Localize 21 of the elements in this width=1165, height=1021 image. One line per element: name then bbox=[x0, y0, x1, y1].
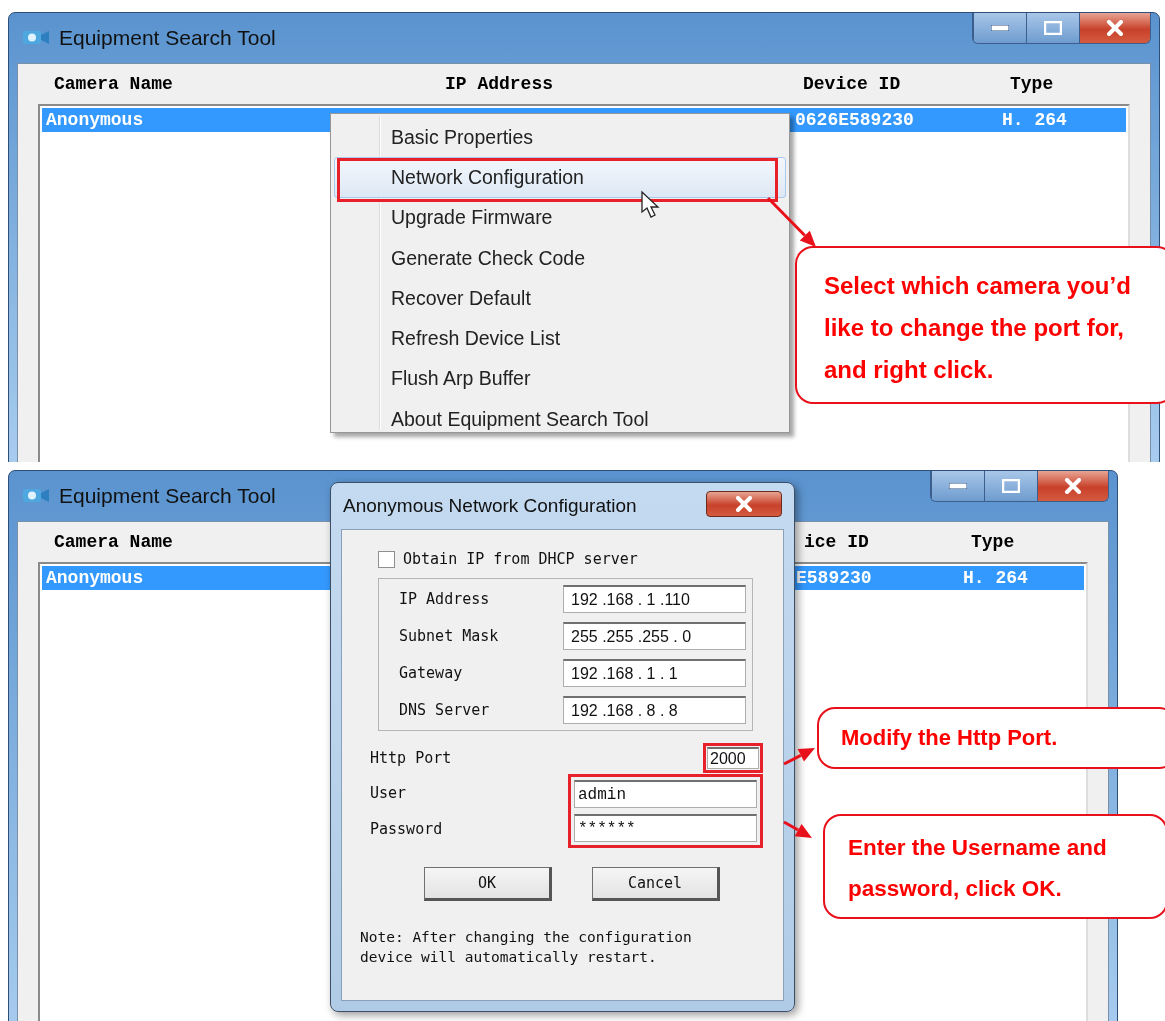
field-label: Http Port bbox=[370, 749, 453, 767]
callout-note: Modify the Http Port. bbox=[817, 707, 1165, 769]
field-label: Gateway bbox=[399, 664, 463, 682]
table-cell-text: H. 264 bbox=[1002, 110, 1068, 130]
dialog-title: Anonymous Network Configuration bbox=[343, 495, 637, 517]
table-cell-text: Anonymous bbox=[46, 110, 145, 130]
table-cell-text: Anonymous bbox=[46, 568, 145, 588]
window-title: Equipment Search Tool bbox=[59, 484, 276, 508]
field-label: DNS Server bbox=[399, 701, 490, 719]
table-cell-text: 0626E589230 bbox=[795, 110, 915, 130]
field-label: User bbox=[370, 784, 408, 802]
checkbox-label: Obtain IP from DHCP server bbox=[403, 550, 638, 568]
note-text: Note: After changing the configuration device will automatically restart. bbox=[360, 928, 693, 967]
field-label: Password bbox=[370, 820, 444, 838]
table-cell-text: H. 264 bbox=[963, 568, 1029, 588]
callout-note: Enter the Username and password, click OK. bbox=[823, 814, 1165, 919]
callout-note: Select which camera you’d like to change the port for, and right click. bbox=[795, 246, 1165, 404]
field-label: Subnet Mask bbox=[399, 627, 499, 645]
window-title: Equipment Search Tool bbox=[59, 26, 276, 50]
field-label: IP Address bbox=[399, 590, 490, 608]
table-cell-text: E589230 bbox=[796, 568, 873, 588]
